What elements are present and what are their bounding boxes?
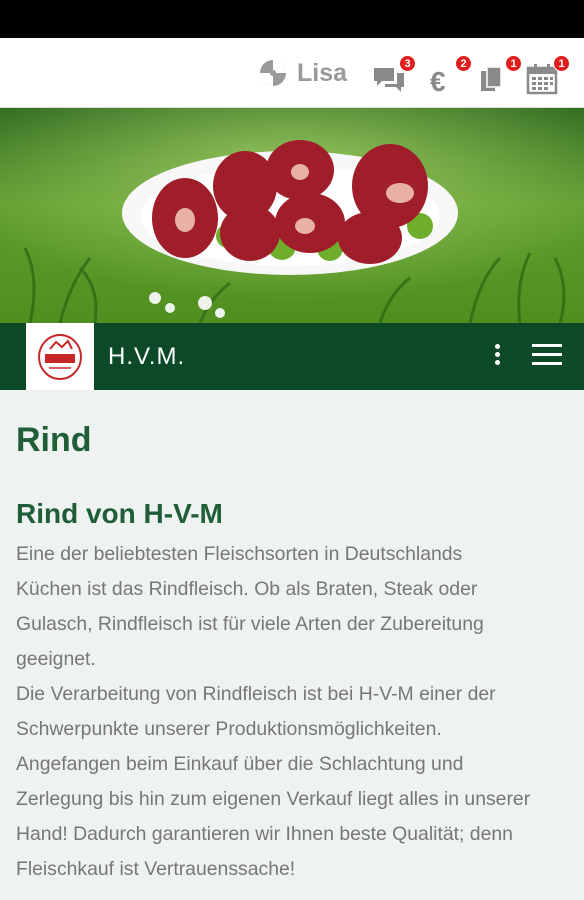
documents-badge: 1 (505, 55, 522, 72)
article-line: Gulasch, Rindfleisch ist für viele Arten… (16, 613, 484, 635)
article-line: Zerlegung bis hin zum eigenen Verkauf li… (16, 788, 531, 810)
hero-banner (0, 108, 584, 323)
meat-platter-image (0, 108, 584, 323)
article-body: Eine der beliebtesten Fleischsorten in D… (16, 537, 572, 887)
brand-logo[interactable] (26, 323, 94, 390)
article-subtitle: Rind von H-V-M (16, 498, 223, 529)
menu-icon[interactable] (532, 344, 564, 370)
messages-badge: 3 (399, 55, 416, 72)
brand-logo-icon (38, 333, 82, 380)
user-name: Lisa (297, 58, 348, 87)
payments-badge: 2 (455, 55, 472, 72)
euro-icon: € (430, 66, 446, 95)
calendar-button[interactable]: 1 (526, 55, 570, 95)
article-content: Rind Rind von H-V-M Eine der beliebteste… (16, 390, 572, 887)
svg-text:€: € (430, 66, 446, 95)
article-line: Die Verarbeitung von Rindfleisch ist bei… (16, 683, 496, 705)
article-line: Fleischkauf ist Vertrauenssache! (16, 858, 296, 880)
top-bar: Lisa 3 € 2 1 1 (0, 38, 584, 108)
brand-name: H.V.M. (108, 343, 186, 370)
article-line: Schwerpunkte unserer Produktionsmöglichk… (16, 718, 442, 740)
article-line: Eine der beliebtesten Fleischsorten in D… (16, 543, 463, 565)
article-line: Küchen ist das Rindfleisch. Ob als Brate… (16, 578, 478, 600)
messages-button[interactable]: 3 (372, 55, 416, 95)
article-line: Hand! Dadurch garantieren wir Ihnen best… (16, 823, 513, 845)
payments-button[interactable]: € 2 (428, 55, 472, 95)
page-title: Rind (16, 421, 92, 459)
documents-icon (481, 66, 502, 91)
article-line: geeignet. (16, 648, 96, 670)
user-profile[interactable]: Lisa (258, 56, 347, 90)
calendar-badge: 1 (553, 55, 570, 72)
app-navbar: H.V.M. (0, 323, 584, 390)
article-line: Angefangen beim Einkauf über die Schlach… (16, 753, 464, 775)
status-bar (0, 0, 584, 38)
more-options-icon[interactable] (487, 341, 507, 373)
documents-button[interactable]: 1 (478, 55, 522, 95)
user-swirl-icon (258, 58, 288, 88)
